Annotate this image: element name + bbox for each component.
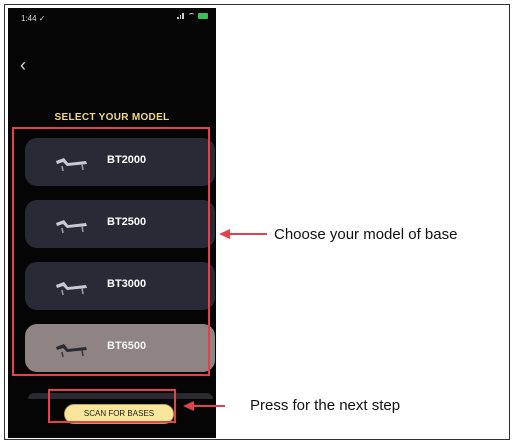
battery-icon — [198, 13, 208, 19]
scan-hint-text: Press for the next step — [250, 397, 401, 414]
signal-icon — [177, 13, 185, 19]
arrow-left-icon — [183, 401, 225, 411]
page-title: SELECT YOUR MODEL — [54, 112, 170, 123]
chevron-left-icon[interactable]: ‹ — [20, 56, 32, 74]
status-icons — [177, 13, 208, 19]
wifi-icon — [188, 13, 195, 19]
scan-button-highlight — [48, 389, 176, 423]
arrow-left-icon — [219, 229, 267, 239]
model-list-highlight — [12, 127, 210, 376]
status-time: 1:44 ✓ — [21, 14, 46, 23]
model-hint-text: Choose your model of base — [274, 226, 458, 243]
status-bar: 1:44 ✓ — [8, 8, 216, 28]
